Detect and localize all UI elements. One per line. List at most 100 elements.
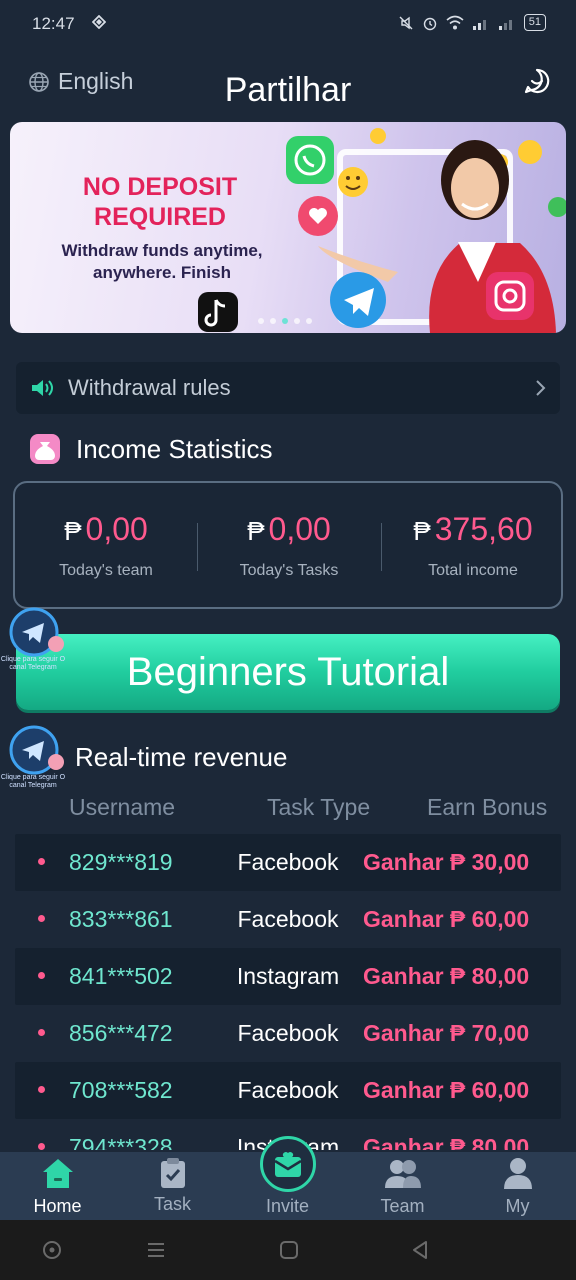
home-icon — [42, 1159, 73, 1188]
bullet — [38, 915, 45, 922]
system-navigation-bar — [0, 1220, 576, 1280]
row-username: 856***472 — [69, 1020, 173, 1046]
column-earn-bonus: Earn Bonus — [427, 794, 548, 820]
team-icon — [384, 1160, 421, 1188]
row-bonus: Ganhar ₱ 80,00 — [363, 963, 530, 989]
chat-support-icon — [524, 68, 550, 94]
bullet — [38, 1143, 45, 1150]
withdrawal-rules-label: Withdrawal rules — [68, 375, 231, 400]
row-username: 833***861 — [69, 906, 173, 932]
row-username: 829***819 — [69, 849, 173, 875]
table-row: 856***472 Facebook Ganhar ₱ 70,00 — [15, 1005, 561, 1062]
user-icon — [503, 1158, 532, 1189]
currency-symbol: ₱ — [64, 516, 82, 546]
nav-label: Home — [33, 1196, 82, 1216]
status-bar: 12:47 51 — [0, 0, 576, 48]
row-username: 841***502 — [69, 963, 173, 989]
home-square-icon[interactable] — [279, 1240, 299, 1260]
banner-artwork — [198, 128, 566, 333]
stat-value: 0,00 — [268, 511, 331, 547]
telegram-channel-badge-2[interactable]: Clique para seguir O canal Telegram — [0, 724, 72, 794]
row-username: 794***328 — [69, 1134, 173, 1150]
revenue-list[interactable]: 829***819 Facebook Ganhar ₱ 30,00 833***… — [15, 834, 561, 1150]
bullet — [38, 1086, 45, 1093]
row-bonus: Ganhar ₱ 80,00 — [363, 1134, 530, 1150]
row-task-type: Facebook — [237, 906, 339, 932]
telegram-badge-caption: Clique para seguir O canal Telegram — [0, 656, 66, 671]
menu-icon[interactable] — [146, 1240, 166, 1260]
promo-banner[interactable]: NO DEPOSIT REQUIRED Withdraw funds anyti… — [10, 122, 566, 333]
stat-label: Today's team — [59, 562, 153, 579]
app-notification-icon — [92, 15, 106, 29]
alarm-icon — [423, 17, 436, 30]
money-bag-icon — [30, 434, 60, 464]
signal-icon-2 — [498, 19, 512, 30]
telegram-channel-badge[interactable]: Clique para seguir O canal Telegram — [0, 606, 72, 676]
income-stats-card: ₱ 0,00 Today's team ₱ 0,00 Today's Tasks ₱… — [13, 481, 563, 609]
nav-label: Invite — [265, 1196, 310, 1216]
row-bonus: Ganhar ₱ 70,00 — [363, 1020, 530, 1046]
assistant-icon[interactable] — [42, 1240, 62, 1260]
row-task-type: Facebook — [237, 1077, 339, 1103]
row-bonus: Ganhar ₱ 60,00 — [363, 906, 530, 932]
telegram-icon — [9, 725, 64, 775]
table-row: 833***861 Facebook Ganhar ₱ 60,00 — [15, 891, 561, 948]
telegram-badge-caption: Clique para seguir O canal Telegram — [0, 774, 66, 789]
revenue-header: Real-time revenue — [75, 742, 287, 773]
column-username: Username — [69, 794, 176, 820]
stat-value: 375,60 — [434, 511, 533, 547]
income-statistics-header: Income Statistics — [28, 432, 273, 466]
row-username: 708***582 — [69, 1077, 173, 1103]
row-bonus: Ganhar ₱ 60,00 — [363, 1077, 530, 1103]
bullet — [38, 1029, 45, 1036]
income-statistics-title: Income Statistics — [76, 433, 273, 464]
invite-button[interactable] — [259, 1136, 316, 1192]
revenue-table-header: Username Task Type Earn Bonus — [0, 794, 576, 824]
table-row: 708***582 Facebook Ganhar ₱ 60,00 — [15, 1062, 561, 1119]
nav-label: Task — [153, 1194, 191, 1214]
withdrawal-rules-bar[interactable]: Withdrawal rules — [16, 362, 560, 414]
table-row: 841***502 Instagram Ganhar ₱ 80,00 — [15, 948, 561, 1005]
invite-icon — [273, 1152, 302, 1177]
back-icon[interactable] — [410, 1240, 430, 1260]
currency-symbol: ₱ — [247, 516, 265, 546]
instagram-icon — [486, 272, 534, 320]
bottom-navigation: Home Task Invite Team My — [0, 1136, 576, 1220]
clipboard-icon — [160, 1158, 185, 1188]
stat-total-income: ₱ 375,60 Total income — [382, 483, 564, 611]
revenue-title: Real-time revenue — [75, 742, 288, 772]
nav-team[interactable]: Team — [345, 1152, 460, 1220]
telegram-logo-icon — [330, 272, 386, 328]
signal-icon — [472, 19, 486, 30]
wifi-icon — [446, 15, 464, 29]
stat-value: 0,00 — [85, 511, 148, 547]
status-time: 12:47 — [32, 14, 75, 33]
whatsapp-icon — [286, 136, 334, 184]
carousel-dots[interactable] — [258, 318, 312, 324]
battery-indicator: 51 — [523, 14, 546, 31]
nav-task[interactable]: Task — [115, 1152, 230, 1220]
bullet — [38, 858, 45, 865]
row-task-type: Instagram — [236, 963, 340, 989]
stat-todays-tasks: ₱ 0,00 Today's Tasks — [198, 483, 380, 611]
stat-label: Total income — [428, 562, 518, 579]
column-task-type: Task Type — [267, 794, 371, 820]
nav-label: Team — [380, 1196, 425, 1216]
nav-home[interactable]: Home — [0, 1152, 115, 1220]
nav-label: My — [505, 1196, 530, 1216]
beginners-tutorial-button[interactable]: Beginners Tutorial — [16, 634, 560, 710]
tiktok-icon — [198, 292, 238, 332]
nav-invite[interactable]: Invite — [230, 1136, 345, 1220]
status-indicators: 51 — [398, 14, 546, 31]
currency-symbol: ₱ — [413, 516, 431, 546]
nav-my[interactable]: My — [460, 1152, 575, 1220]
row-bonus: Ganhar ₱ 30,00 — [363, 849, 530, 875]
table-row: 829***819 Facebook Ganhar ₱ 30,00 — [15, 834, 561, 891]
mute-icon — [399, 16, 413, 29]
customer-service-button[interactable] — [524, 68, 550, 99]
emoji-icon — [338, 167, 368, 197]
page-title: Partilhar — [224, 71, 352, 104]
speaker-icon — [32, 380, 53, 396]
row-task-type: Facebook — [237, 1020, 339, 1046]
bullet — [38, 972, 45, 979]
